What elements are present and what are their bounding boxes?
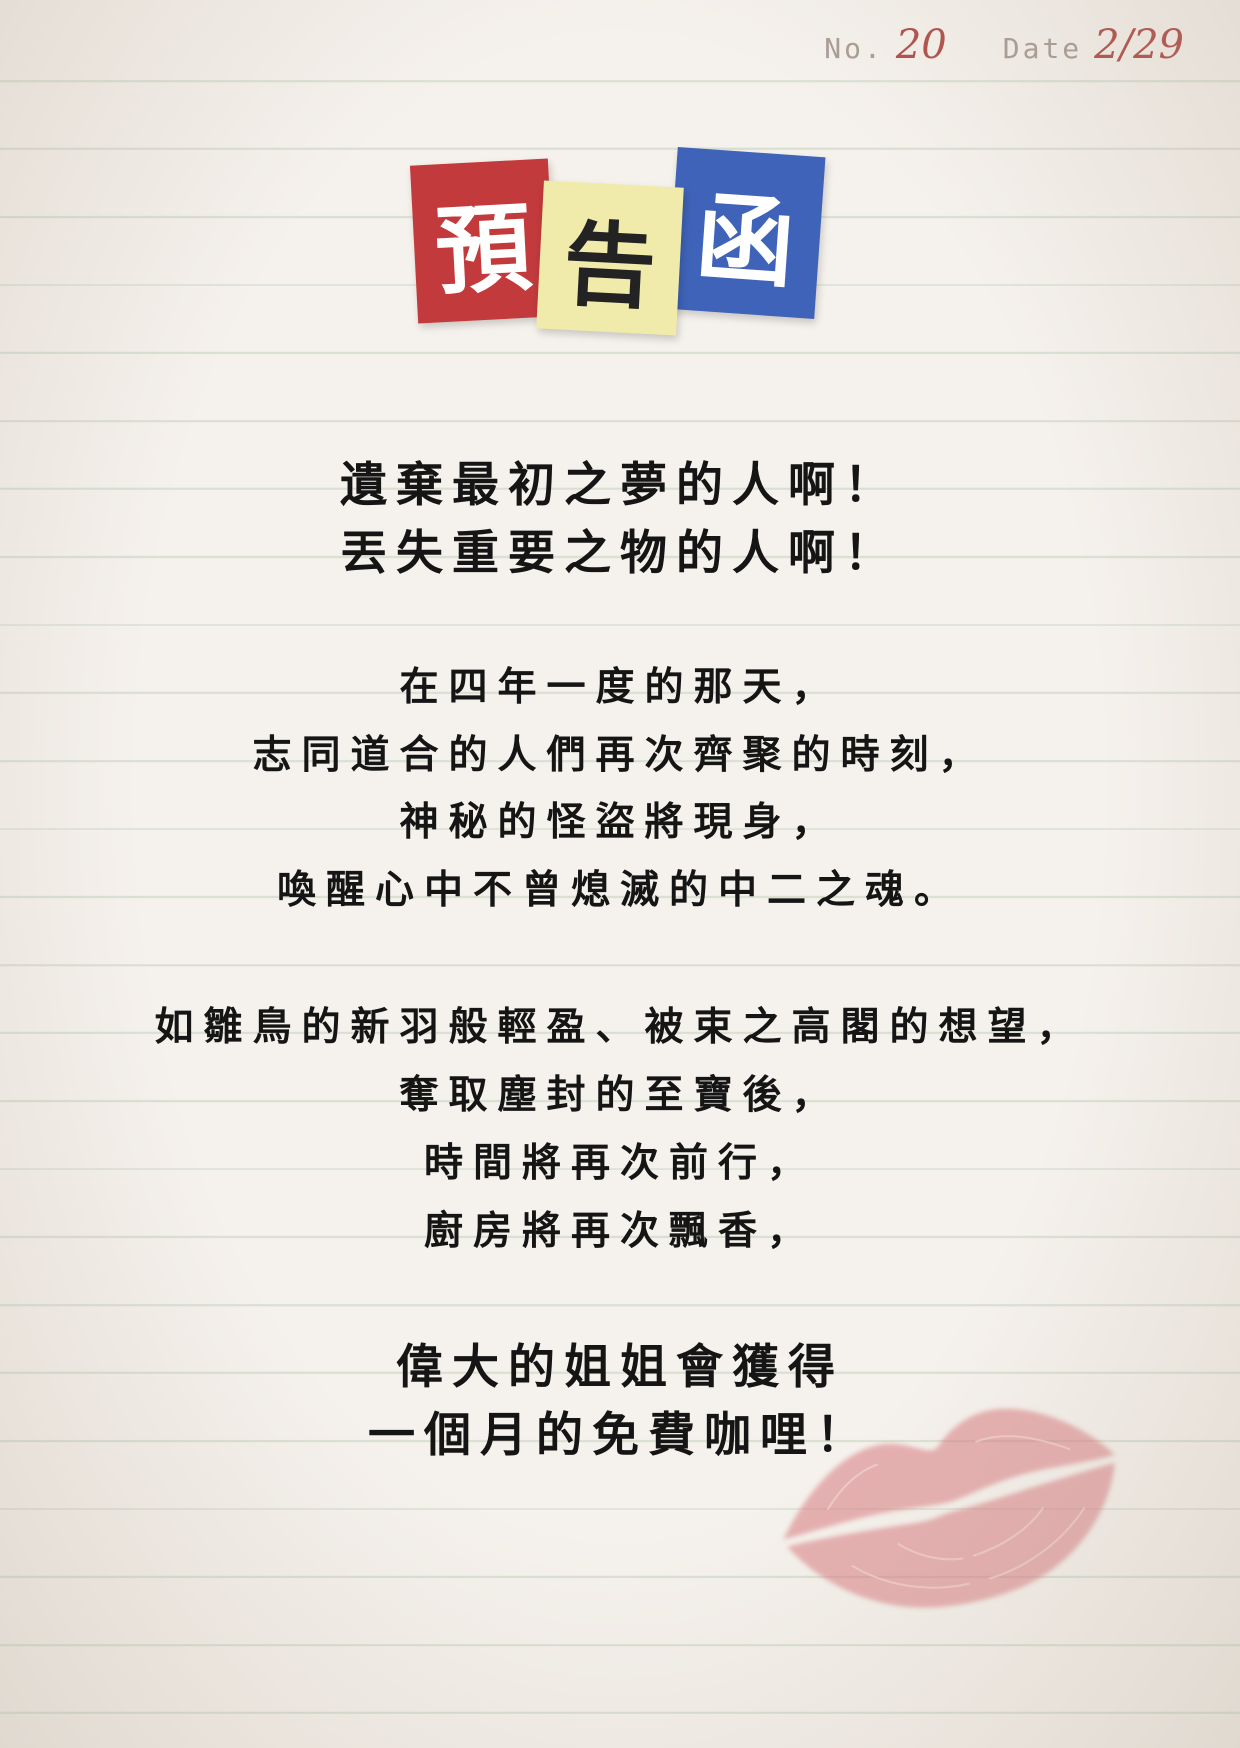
- letter-line: 時間將再次前行，: [423, 1140, 816, 1186]
- number-value: 20: [895, 22, 947, 68]
- letter-header: No. 20 Date 2/29: [824, 22, 1184, 78]
- letter-line: 志同道合的人們再次齊聚的時刻，: [252, 731, 988, 778]
- title-char-tile-2: 告: [536, 180, 684, 336]
- letter-line: 喚醒心中不曾熄滅的中二之魂。: [276, 866, 963, 913]
- stanza-1: 遺棄最初之夢的人啊！ 丟失重要之物的人啊！: [0, 452, 1240, 588]
- letter-line: 在四年一度的那天，: [399, 664, 841, 710]
- date-label: Date: [1002, 32, 1083, 65]
- letter-line: 奪取塵封的至寶後，: [399, 1072, 841, 1118]
- stanza-2: 在四年一度的那天， 志同道合的人們再次齊聚的時刻， 神秘的怪盜將現身， 喚醒心中…: [0, 654, 1240, 924]
- letter-line: 遺棄最初之夢的人啊！: [340, 458, 900, 513]
- number-label: No.: [824, 32, 884, 65]
- letter-line: 丟失重要之物的人啊！: [340, 526, 900, 581]
- date-value: 2/29: [1094, 22, 1184, 68]
- lips-icon: [783, 1408, 1115, 1608]
- letter-line: 如雛鳥的新羽般輕盈、被束之高閣的想望，: [154, 1004, 1086, 1050]
- stanza-3: 如雛鳥的新羽般輕盈、被束之高閣的想望， 奪取塵封的至寶後， 時間將再次前行， 廚…: [0, 993, 1240, 1265]
- title-char-tile-1: 預: [409, 158, 557, 324]
- title-char-tile-3: 函: [666, 147, 826, 319]
- title-logo: 預 告 函: [409, 147, 830, 338]
- letter-line: 廚房將再次飄香，: [423, 1208, 816, 1254]
- letter-line: 神秘的怪盜將現身，: [399, 799, 841, 845]
